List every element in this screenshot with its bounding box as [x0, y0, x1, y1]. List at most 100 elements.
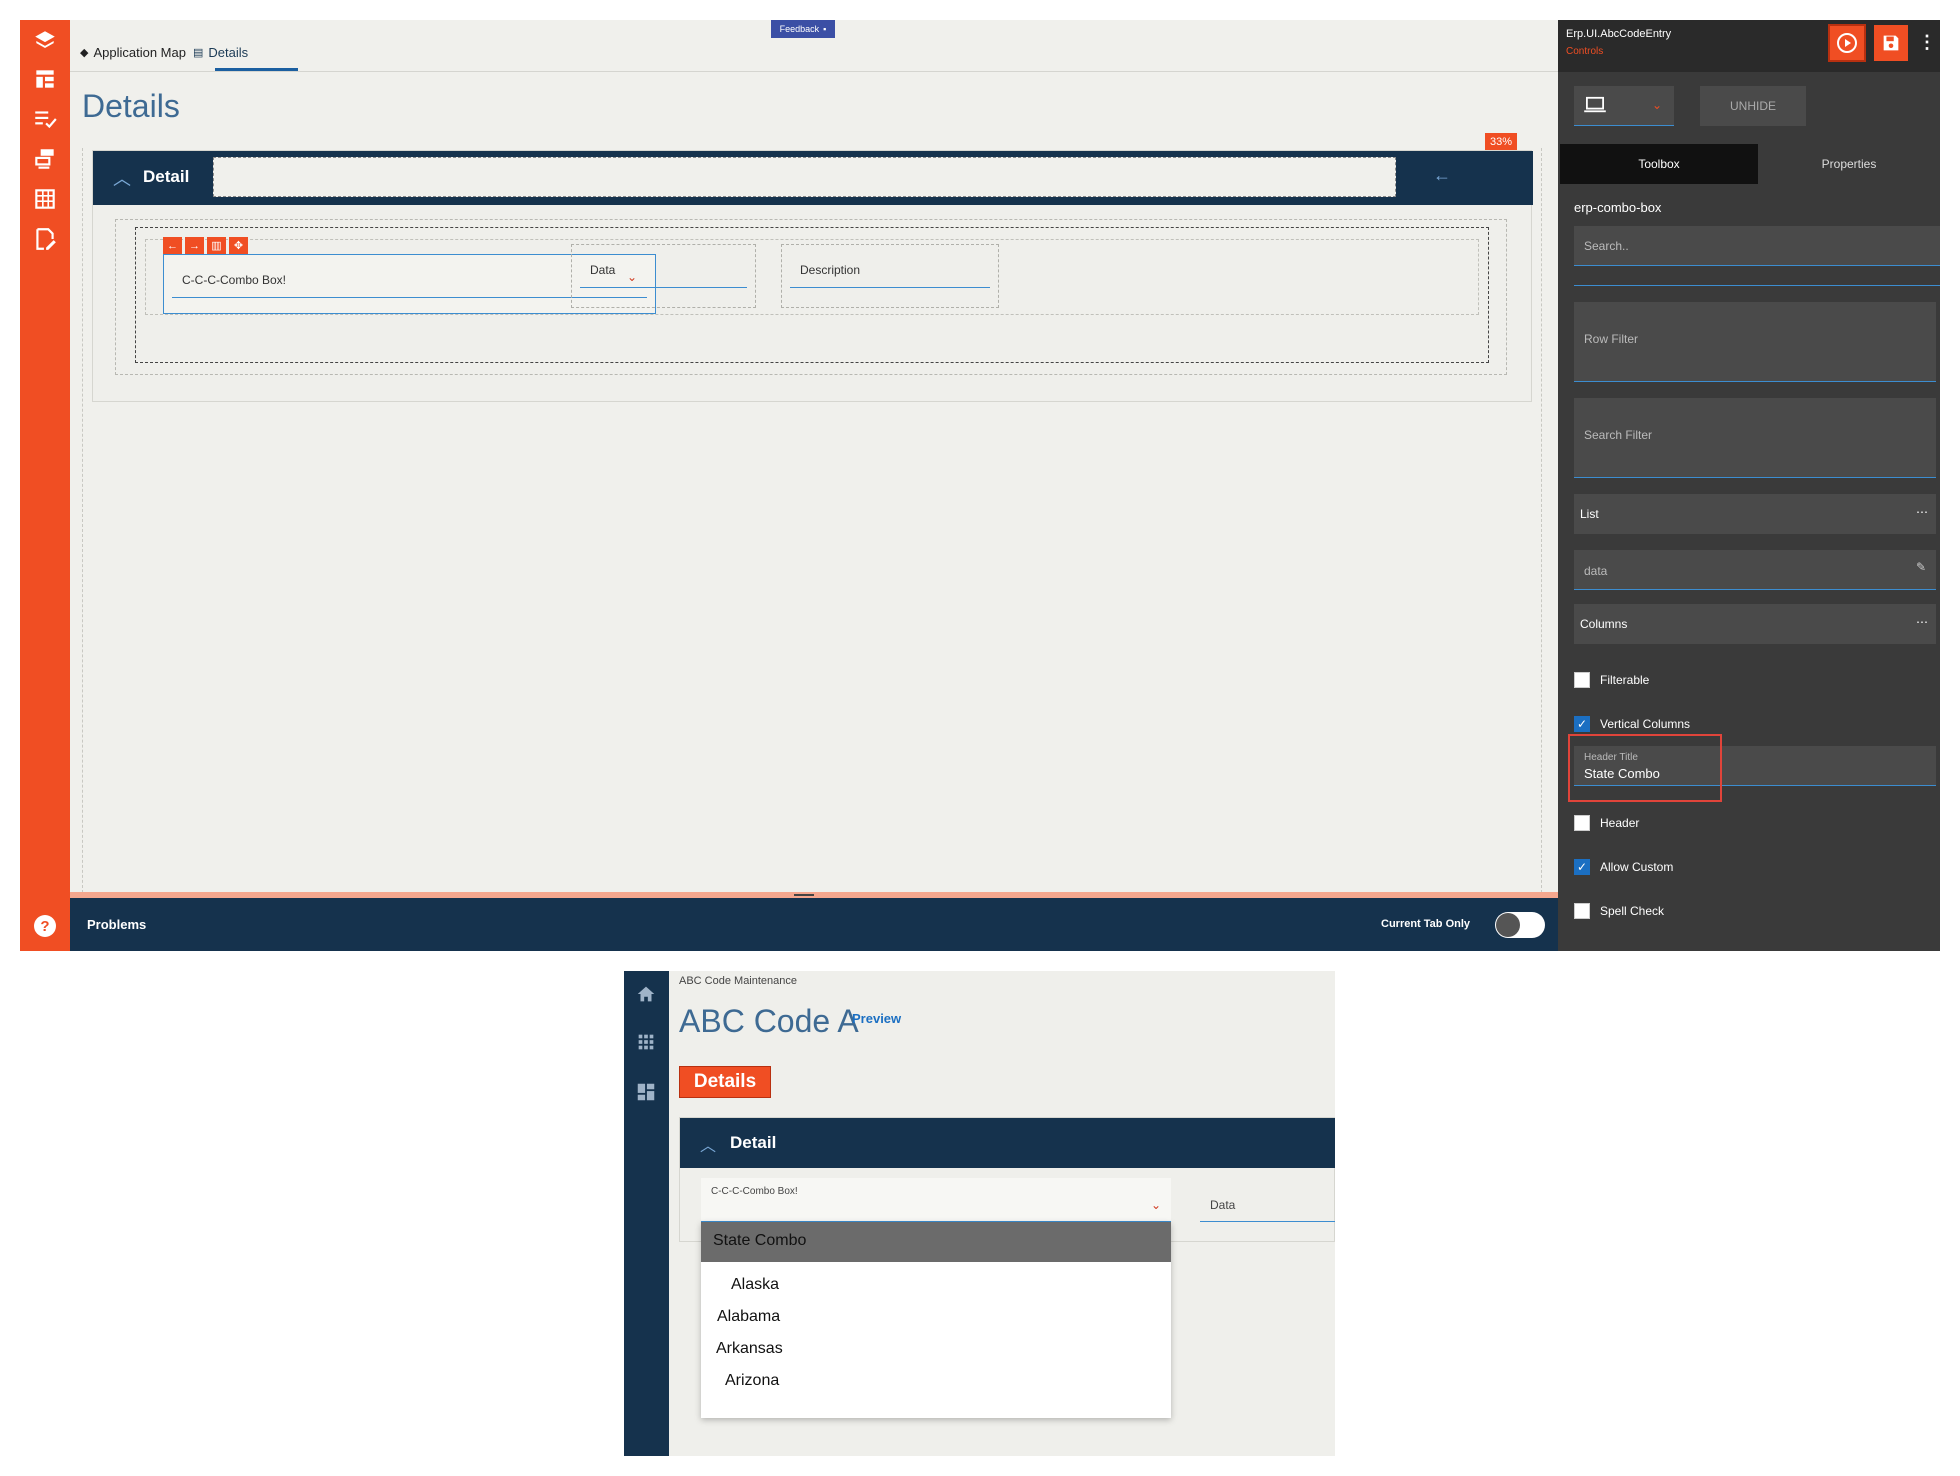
dashboard-icon[interactable] [635, 1081, 657, 1103]
comment-icon: ▪ [823, 24, 827, 34]
save-button[interactable] [1874, 25, 1908, 61]
list-item[interactable]: Arkansas [716, 1340, 783, 1358]
checkbox[interactable]: ✓ [1574, 716, 1590, 732]
detail-panel-title: Detail [730, 1133, 777, 1152]
allow-custom-checkbox[interactable]: ✓ Allow Custom [1574, 859, 1673, 875]
layers-small-icon: ◆ [80, 47, 89, 59]
page-title: ABC Code A [679, 1003, 859, 1039]
combo-dropdown-list: State Combo Alaska Alabama Arkansas Ariz… [701, 1222, 1171, 1418]
drag-handle-icon[interactable]: ✥ [229, 237, 248, 254]
checkbox[interactable] [1574, 672, 1590, 688]
arrow-left-icon[interactable]: ← [1433, 165, 1451, 186]
detail-panel-header[interactable]: ︿ Detail ← [93, 151, 1533, 205]
search-filter-field[interactable]: Search Filter [1574, 398, 1936, 478]
description-input[interactable]: Description [790, 251, 990, 288]
tab-application-map[interactable]: ◆ Application Map [80, 45, 186, 60]
dropdown-header: State Combo [701, 1222, 1171, 1262]
columns-label: Columns [1580, 617, 1628, 631]
checkbox-label: Header [1600, 816, 1640, 830]
apps-grid-icon[interactable] [635, 1031, 657, 1053]
header-title-field[interactable]: Header Title State Combo [1568, 734, 1936, 802]
pencil-icon[interactable]: ✎ [1916, 560, 1926, 574]
list-item[interactable]: Alaska [731, 1276, 779, 1294]
vertical-columns-checkbox[interactable]: ✓ Vertical Columns [1574, 716, 1690, 732]
page-title: Details [82, 88, 180, 124]
splitter-grip[interactable] [794, 894, 814, 896]
tab-details[interactable]: Details [679, 1066, 771, 1098]
spell-check-checkbox[interactable]: Spell Check [1574, 903, 1664, 919]
layout-icon[interactable] [32, 66, 58, 92]
tab-details[interactable]: ▤ Details [193, 45, 248, 60]
header-checkbox[interactable]: Header [1574, 815, 1639, 831]
panel-header: Erp.UI.AbcCodeEntry Controls ⋮ [1558, 20, 1940, 72]
current-tab-only-label: Current Tab Only [1381, 918, 1471, 930]
list-item[interactable]: Alabama [717, 1308, 780, 1326]
detail-panel-card[interactable]: ︿ Detail ← ← → ▥ ✥ C-C-C-Combo Box! ⌄ Da… [92, 150, 1533, 402]
device-select[interactable]: ⌄ [1574, 86, 1674, 126]
layers-icon[interactable] [32, 28, 58, 54]
checklist-icon[interactable] [32, 106, 58, 132]
current-tab-only-toggle[interactable] [1495, 912, 1545, 938]
problems-label[interactable]: Problems [87, 917, 146, 932]
checkbox-label: Allow Custom [1600, 860, 1674, 874]
description-field[interactable]: Description [781, 244, 999, 308]
tab-label: Details [208, 45, 249, 60]
chevron-down-icon: ⌄ [1652, 98, 1663, 112]
feedback-button[interactable]: Feedback ▪ [771, 20, 835, 38]
properties-panel: Erp.UI.AbcCodeEntry Controls ⋮ ⌄ UNHIDE … [1558, 20, 1940, 951]
help-icon[interactable]: ? [34, 915, 56, 937]
list-value-field[interactable]: data ✎ [1574, 550, 1936, 590]
divider [1574, 282, 1940, 286]
data-input[interactable]: Data [580, 251, 747, 288]
dropdown-header-title: State Combo [713, 1232, 807, 1249]
active-tab-indicator [215, 68, 298, 71]
list-item[interactable]: Arizona [725, 1372, 779, 1390]
tab-properties[interactable]: Properties [1758, 144, 1940, 184]
component-name: erp-combo-box [1574, 200, 1662, 215]
combo-box-label: C-C-C-Combo Box! [182, 273, 287, 287]
chevron-up-icon[interactable]: ︿ [700, 1132, 716, 1156]
search-input[interactable]: Search.. [1574, 226, 1940, 266]
filterable-checkbox[interactable]: Filterable [1574, 672, 1649, 688]
ellipsis-icon[interactable]: ⋯ [1916, 505, 1928, 519]
row-filter-label: Row Filter [1584, 332, 1639, 346]
preview-sidebar [624, 971, 669, 1456]
combo-box[interactable]: C-C-C-Combo Box! ⌄ [701, 1178, 1171, 1222]
list-label: List [1580, 507, 1599, 521]
data-field[interactable]: Data [1200, 1178, 1335, 1222]
list-section[interactable]: List ⋯ [1574, 494, 1936, 534]
data-flow-icon[interactable] [32, 146, 58, 172]
checkbox-label: Filterable [1600, 673, 1650, 687]
ellipsis-icon[interactable]: ⋯ [1916, 615, 1928, 629]
row-filter-field[interactable]: Row Filter [1574, 302, 1936, 382]
checkbox[interactable]: ✓ [1574, 859, 1590, 875]
chevron-down-icon[interactable]: ⌄ [1151, 1198, 1161, 1212]
toggle-knob [1496, 913, 1520, 937]
preview-link[interactable]: Preview [852, 1011, 901, 1026]
preview-window: ABC Code Maintenance ABC Code A Preview … [624, 971, 1335, 1456]
delete-icon[interactable]: ▥ [207, 237, 226, 254]
move-left-icon[interactable]: ← [163, 237, 182, 254]
grid-table-icon[interactable] [32, 186, 58, 212]
home-icon[interactable] [635, 983, 657, 1005]
search-filter-label: Search Filter [1584, 428, 1653, 442]
header-drop-zone[interactable] [213, 157, 1396, 197]
checkbox-label: Spell Check [1600, 904, 1665, 918]
breadcrumb[interactable]: ABC Code Maintenance [679, 975, 797, 987]
run-button[interactable] [1828, 24, 1866, 62]
unhide-button[interactable]: UNHIDE [1700, 86, 1806, 126]
data-field[interactable]: Data [571, 244, 756, 308]
chevron-up-icon[interactable]: ︿ [113, 165, 131, 191]
detail-panel-header[interactable]: ︿ Detail [680, 1118, 1335, 1168]
checkbox[interactable] [1574, 815, 1590, 831]
feedback-label: Feedback [779, 24, 820, 34]
checkbox-label: Vertical Columns [1600, 717, 1691, 731]
more-vertical-icon[interactable]: ⋮ [1918, 32, 1936, 53]
checkbox[interactable] [1574, 903, 1590, 919]
move-right-icon[interactable]: → [185, 237, 204, 254]
tab-toolbox[interactable]: Toolbox [1560, 144, 1758, 184]
problems-bar: Problems Current Tab Only [70, 898, 1558, 951]
edit-document-icon[interactable] [32, 226, 58, 252]
designer-window: ? ◆ Application Map ▤ Details Feedback ▪… [20, 20, 1940, 951]
columns-section[interactable]: Columns ⋯ [1574, 604, 1936, 644]
